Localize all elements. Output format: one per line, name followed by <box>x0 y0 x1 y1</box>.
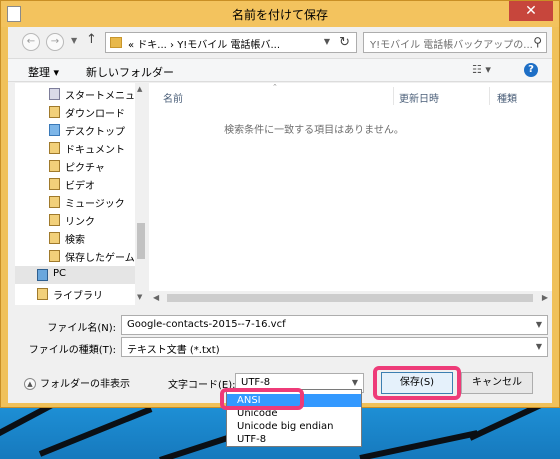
nav-item-documents[interactable]: ドキュメント <box>15 139 135 157</box>
column-header-modified[interactable]: 更新日時 <box>399 90 439 105</box>
back-button[interactable]: ← <box>22 33 40 51</box>
forward-button[interactable]: → <box>46 33 64 51</box>
refresh-icon[interactable]: ↻ <box>339 35 350 50</box>
scrollbar-thumb[interactable] <box>167 294 533 302</box>
filename-value: Google-contacts-2015--7-16.vcf <box>127 319 286 330</box>
scroll-down-icon[interactable]: ▼ <box>137 293 142 301</box>
address-dropdown-icon[interactable]: ▼ <box>324 37 330 46</box>
pictures-icon <box>49 160 60 172</box>
filename-label: ファイル名(N): <box>47 323 116 334</box>
title-bar: 名前を付けて保存 ✕ <box>1 1 559 27</box>
wallpaper-stroke <box>468 405 560 441</box>
nav-item-libraries[interactable]: ライブラリ <box>15 285 135 303</box>
start-menu-icon <box>49 88 60 100</box>
nav-item-videos[interactable]: ビデオ <box>15 175 135 193</box>
encoding-option-utf8[interactable]: UTF-8 <box>227 433 361 446</box>
save-as-dialog: 名前を付けて保存 ✕ ← → ▼ ↑ « ドキ... › Y!モバイル 電話帳バ… <box>0 0 560 408</box>
downloads-icon <box>49 106 60 118</box>
nav-item-label: ミュージック <box>65 199 125 210</box>
nav-item-music[interactable]: ミュージック <box>15 193 135 211</box>
sort-indicator-icon: ⌃ <box>272 83 278 91</box>
videos-icon <box>49 178 60 190</box>
nav-item-pictures[interactable]: ピクチャ <box>15 157 135 175</box>
view-options-icon[interactable]: ☷ ▾ <box>472 63 491 76</box>
horizontal-scrollbar[interactable]: ◀ ▶ <box>149 291 552 305</box>
search-icon[interactable]: ⚲ <box>533 35 542 49</box>
nav-item-start-menu[interactable]: スタートメニュー <box>15 85 145 103</box>
documents-icon <box>49 142 60 154</box>
organize-button[interactable]: 整理 ▾ <box>28 64 59 80</box>
breadcrumb-path[interactable]: « ドキ... › Y!モバイル 電話帳バ... <box>128 36 280 51</box>
recent-locations-dropdown[interactable]: ▼ <box>71 36 77 45</box>
dialog-title: 名前を付けて保存 <box>231 8 328 22</box>
hide-folders-label: フォルダーの非表示 <box>40 379 130 390</box>
chevron-up-icon: ▲ <box>24 378 36 390</box>
column-separator[interactable] <box>489 87 490 105</box>
empty-message: 検索条件に一致する項目はありません。 <box>224 125 404 136</box>
column-separator[interactable] <box>393 87 394 105</box>
column-header-name[interactable]: 名前 <box>163 90 183 105</box>
ansi-highlight-annotation <box>220 388 304 410</box>
searches-icon <box>49 232 60 244</box>
nav-item-saved-games[interactable]: 保存したゲーム <box>15 247 135 265</box>
new-folder-button[interactable]: 新しいフォルダー <box>86 64 174 80</box>
address-bar[interactable]: « ドキ... › Y!モバイル 電話帳バ... ▼ ↻ <box>105 32 357 53</box>
filetype-label: ファイルの種類(T): <box>28 345 116 356</box>
wallpaper-stroke <box>0 405 71 441</box>
close-button[interactable]: ✕ <box>509 1 553 21</box>
scroll-right-icon[interactable]: ▶ <box>542 293 548 302</box>
scroll-up-icon[interactable]: ▲ <box>137 85 142 93</box>
nav-item-label: ダウンロード <box>65 109 125 120</box>
encoding-value: UTF-8 <box>241 377 271 388</box>
cancel-button[interactable]: キャンセル <box>461 372 533 394</box>
music-icon <box>49 196 60 208</box>
links-icon <box>49 214 60 226</box>
address-row: ← → ▼ ↑ « ドキ... › Y!モバイル 電話帳バ... ▼ ↻ Y!モ… <box>8 27 552 57</box>
search-input[interactable]: Y!モバイル 電話帳バックアップの... ⚲ <box>363 32 547 53</box>
up-button[interactable]: ↑ <box>86 32 97 47</box>
filename-field[interactable]: Google-contacts-2015--7-16.vcf ▼ <box>121 315 548 335</box>
nav-item-label: PC <box>53 268 67 279</box>
nav-item-label: 保存したゲーム <box>65 253 135 264</box>
nav-item-desktop[interactable]: デスクトップ <box>15 121 135 139</box>
saved-games-icon <box>49 250 60 262</box>
nav-item-label: スタートメニュー <box>65 91 145 102</box>
scrollbar-thumb[interactable] <box>137 223 145 259</box>
navigation-pane: スタートメニュー ダウンロード デスクトップ ドキュメント ピクチャ ビデオ ミ… <box>15 83 145 305</box>
search-placeholder: Y!モバイル 電話帳バックアップの... <box>370 40 533 51</box>
wallpaper-stroke <box>359 430 479 459</box>
folder-icon <box>110 37 122 48</box>
nav-item-label: 検索 <box>65 235 85 246</box>
wallpaper-stroke <box>38 406 153 457</box>
file-list[interactable]: 名前 ⌃ 更新日時 種類 検索条件に一致する項目はありません。 ◀ ▶ <box>149 83 552 305</box>
filetype-select[interactable]: テキスト文書 (*.txt) ▼ <box>121 337 548 357</box>
nav-item-downloads[interactable]: ダウンロード <box>15 103 135 121</box>
nav-item-label: リンク <box>65 217 95 228</box>
encoding-option-unicode-big-endian[interactable]: Unicode big endian <box>227 420 361 433</box>
scroll-left-icon[interactable]: ◀ <box>153 293 159 302</box>
libraries-icon <box>37 288 48 300</box>
help-icon[interactable]: ? <box>524 63 538 77</box>
nav-item-pc[interactable]: PC <box>15 266 135 284</box>
nav-item-links[interactable]: リンク <box>15 211 135 229</box>
save-highlight-annotation <box>373 366 461 400</box>
nav-item-searches[interactable]: 検索 <box>15 229 135 247</box>
nav-item-label: ビデオ <box>65 181 95 192</box>
dialog-client: ← → ▼ ↑ « ドキ... › Y!モバイル 電話帳バ... ▼ ↻ Y!モ… <box>8 27 552 403</box>
column-header-type[interactable]: 種類 <box>497 90 517 105</box>
nav-item-label: デスクトップ <box>65 127 125 138</box>
chevron-down-icon[interactable]: ▼ <box>536 342 542 351</box>
navigation-scrollbar[interactable]: ▲ ▼ <box>135 83 147 305</box>
command-bar: 整理 ▾ 新しいフォルダー ☷ ▾ ? <box>8 58 552 82</box>
chevron-down-icon[interactable]: ▼ <box>352 378 358 387</box>
chevron-down-icon[interactable]: ▼ <box>536 320 542 329</box>
nav-item-label: ライブラリ <box>53 291 103 302</box>
pc-icon <box>37 269 48 281</box>
desktop-icon <box>49 124 60 136</box>
filetype-value: テキスト文書 (*.txt) <box>127 345 220 356</box>
hide-folders-button[interactable]: ▲ フォルダーの非表示 <box>24 375 130 390</box>
nav-item-label: ピクチャ <box>65 163 105 174</box>
nav-item-label: ドキュメント <box>65 145 125 156</box>
